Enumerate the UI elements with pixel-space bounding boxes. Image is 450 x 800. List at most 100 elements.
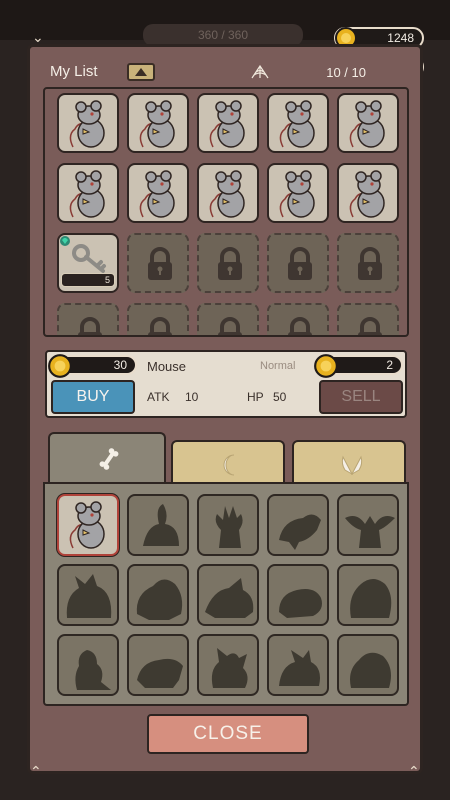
wolf-silhouette-icon	[66, 574, 112, 618]
golem-silhouette-icon	[350, 652, 391, 688]
mouse-icon	[209, 100, 245, 148]
key-count: 5	[61, 273, 115, 287]
monster-info-bar: 30 BUY Mouse Normal ATK 10 HP 50 2 SELL	[45, 350, 407, 418]
atk-value: 10	[185, 390, 199, 404]
locked-slot[interactable]	[267, 233, 329, 293]
buy-button[interactable]: BUY	[51, 380, 135, 414]
collection-cell-deer-silhouette[interactable]	[197, 494, 259, 556]
list-title: My List	[50, 63, 98, 80]
lock-icon	[148, 247, 172, 280]
lock-icon	[218, 247, 242, 280]
collection-cell-beast-silhouette[interactable]	[337, 564, 399, 626]
tab-wing[interactable]	[292, 440, 406, 486]
collection-cell-wolf-silhouette[interactable]	[57, 564, 119, 626]
rooster-silhouette-icon	[211, 648, 248, 688]
lock-icon	[288, 247, 312, 280]
sell-button[interactable]: SELL	[319, 380, 403, 414]
boar-silhouette-icon	[279, 514, 321, 550]
sell-price-value: 2	[386, 358, 393, 372]
monster-shop-panel: My List 10 / 10 5 30 BUY Mouse Normal AT…	[27, 44, 423, 774]
sell-price: 2	[314, 354, 403, 378]
collection-cell-bison-silhouette[interactable]	[127, 634, 189, 696]
gold-amount: 1248	[387, 31, 414, 45]
monster-rarity: Normal	[260, 360, 296, 372]
collection-cell-golem-silhouette[interactable]	[337, 634, 399, 696]
locked-slot[interactable]	[337, 303, 399, 335]
list-slot-mouse[interactable]	[337, 163, 399, 223]
hp-label: HP	[247, 390, 264, 404]
owlbear-silhouette-icon	[279, 650, 320, 686]
gold-coin-icon	[314, 354, 338, 378]
mouse-icon	[69, 170, 105, 218]
locked-slot[interactable]	[127, 233, 189, 293]
rhino-silhouette-icon	[205, 578, 254, 618]
tab-moon[interactable]	[171, 440, 285, 486]
list-count: 10 / 10	[326, 65, 366, 80]
list-slot-mouse[interactable]	[57, 163, 119, 223]
collection-cell-lizard-silhouette[interactable]	[57, 634, 119, 696]
mouse-icon	[139, 100, 175, 148]
lock-icon	[218, 317, 242, 335]
lock-icon	[148, 317, 172, 335]
bear-silhouette-icon	[136, 579, 183, 620]
locked-slot[interactable]	[57, 303, 119, 335]
gold-coin-icon	[48, 354, 72, 378]
collection-cell-mouse[interactable]	[57, 494, 119, 556]
lock-icon	[358, 317, 382, 335]
mouse-icon	[69, 100, 105, 148]
buy-price-value: 30	[113, 358, 127, 372]
list-slot-mouse[interactable]	[57, 93, 119, 153]
corner-ornament-icon: ⌃	[408, 764, 420, 780]
collection-cell-boar-silhouette[interactable]	[267, 494, 329, 556]
list-slot-mouse[interactable]	[197, 93, 259, 153]
lock-icon	[78, 317, 102, 335]
list-slot-mouse[interactable]	[127, 163, 189, 223]
mouse-icon	[209, 170, 245, 218]
mouse-icon	[139, 170, 175, 218]
hp-bar-faded: 360 / 360	[143, 24, 303, 46]
mouse-icon	[279, 100, 315, 148]
list-collapse-button[interactable]	[127, 63, 155, 81]
collection-cell-turtle-silhouette[interactable]	[267, 564, 329, 626]
lizard-silhouette-icon	[75, 650, 111, 690]
bat-silhouette-icon	[345, 516, 395, 548]
mouse-icon	[69, 501, 105, 549]
wing-icon	[341, 455, 363, 476]
mouse-icon	[279, 170, 315, 218]
lock-icon	[288, 317, 312, 335]
lock-icon	[358, 247, 382, 280]
list-slot-mouse[interactable]	[197, 163, 259, 223]
my-list-grid: 5	[43, 87, 409, 337]
locked-slot[interactable]	[267, 303, 329, 335]
collection-cell-rhino-silhouette[interactable]	[197, 564, 259, 626]
beast-silhouette-icon	[350, 579, 392, 618]
list-slot-mouse[interactable]	[267, 163, 329, 223]
collection-grid	[43, 482, 409, 706]
list-slot-mouse[interactable]	[337, 93, 399, 153]
key-slot[interactable]: 5	[57, 233, 119, 293]
moon-icon	[223, 454, 235, 476]
gem-icon	[60, 236, 70, 246]
mouse-icon	[349, 170, 385, 218]
collection-cell-rooster-silhouette[interactable]	[197, 634, 259, 696]
triangle-up-icon	[135, 68, 147, 76]
locked-slot[interactable]	[197, 233, 259, 293]
list-slot-mouse[interactable]	[267, 93, 329, 153]
list-slot-mouse[interactable]	[127, 93, 189, 153]
bone-icon	[99, 448, 119, 470]
locked-slot[interactable]	[127, 303, 189, 335]
hp-value: 50	[273, 390, 287, 404]
collection-cell-owlbear-silhouette[interactable]	[267, 634, 329, 696]
collection-cell-bear-silhouette[interactable]	[127, 564, 189, 626]
turtle-silhouette-icon	[279, 589, 322, 618]
locked-slot[interactable]	[197, 303, 259, 335]
bison-silhouette-icon	[137, 658, 183, 688]
close-button[interactable]: CLOSE	[147, 714, 309, 754]
mouse-icon	[349, 100, 385, 148]
locked-slot[interactable]	[337, 233, 399, 293]
collection-cell-bat-silhouette[interactable]	[337, 494, 399, 556]
tab-bone[interactable]	[48, 432, 166, 482]
corner-ornament-icon: ⌃	[30, 764, 42, 780]
collection-cell-rabbit-silhouette[interactable]	[127, 494, 189, 556]
rabbit-silhouette-icon	[143, 504, 179, 546]
